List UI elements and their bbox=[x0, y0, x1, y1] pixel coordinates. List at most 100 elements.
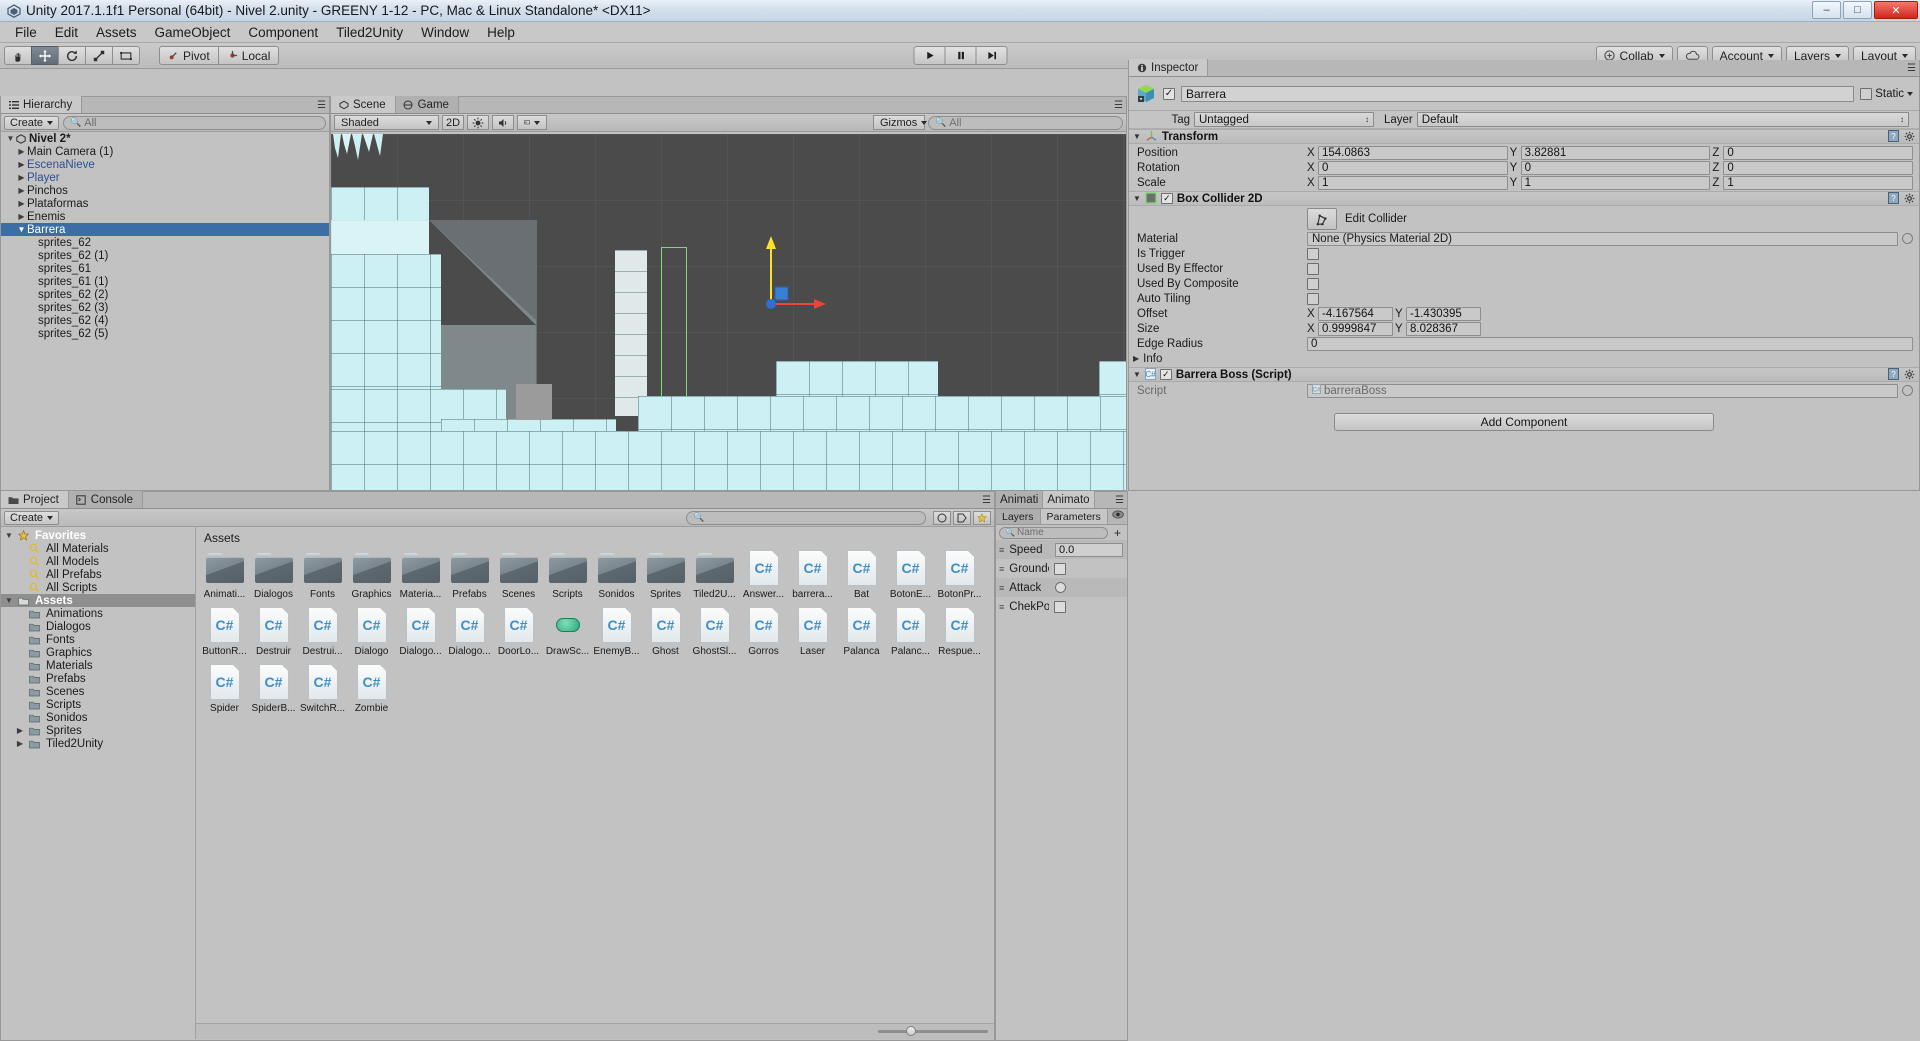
asset-item[interactable]: C# Respue... bbox=[935, 606, 984, 657]
size-y-input[interactable]: 8.028367 bbox=[1406, 321, 1481, 336]
project-tree-item-sonidos[interactable]: Sonidos bbox=[1, 711, 195, 724]
asset-item[interactable]: C# ButtonR... bbox=[200, 606, 249, 657]
transform-scale-z-input[interactable]: 1 bbox=[1723, 175, 1914, 190]
animator-parameter-attack[interactable]: ≡ Attack bbox=[996, 578, 1127, 597]
tab-inspector[interactable]: Inspector bbox=[1129, 59, 1209, 76]
transform-scale-y-input[interactable]: 1 bbox=[1520, 175, 1711, 190]
scene-lighting-icon[interactable] bbox=[467, 115, 489, 130]
static-checkbox[interactable] bbox=[1860, 87, 1873, 100]
hierarchy-item-enemis[interactable]: ▶ Enemis bbox=[1, 210, 329, 223]
parameter-trigger-radio[interactable] bbox=[1055, 582, 1066, 593]
asset-item[interactable]: C# BotonE... bbox=[886, 549, 935, 600]
asset-item[interactable]: C# Bat bbox=[837, 549, 886, 600]
expand-arrow-right-icon[interactable]: ▶ bbox=[16, 199, 27, 208]
transform-scale-x-input[interactable]: 1 bbox=[1318, 175, 1508, 190]
edit-collider-button[interactable] bbox=[1307, 208, 1337, 230]
icon-size-slider-knob[interactable] bbox=[906, 1026, 916, 1036]
gizmos-dropdown[interactable]: Gizmos bbox=[873, 115, 928, 130]
scene-canvas[interactable] bbox=[331, 134, 1126, 490]
expand-arrow-down-icon[interactable]: ▼ bbox=[5, 134, 16, 143]
animator-parameter-speed[interactable]: ≡ Speed 0.0 bbox=[996, 540, 1127, 559]
script-picker-icon[interactable] bbox=[1902, 385, 1913, 396]
asset-item[interactable]: C# Dialogo... bbox=[445, 606, 494, 657]
hierarchy-item-main-camera-1[interactable]: ▶ Main Camera (1) bbox=[1, 145, 329, 158]
auto-tiling-checkbox[interactable] bbox=[1307, 292, 1319, 305]
asset-item[interactable]: C# GhostSl... bbox=[690, 606, 739, 657]
expand-arrow-right-icon[interactable]: ▶ bbox=[15, 726, 25, 735]
tab-hierarchy[interactable]: Hierarchy bbox=[1, 96, 83, 113]
tag-dropdown[interactable]: Untagged ↕ bbox=[1194, 112, 1374, 127]
project-tree-item-scenes[interactable]: Scenes bbox=[1, 685, 195, 698]
material-object-field[interactable]: None (Physics Material 2D) bbox=[1307, 231, 1898, 246]
script-foldout-icon[interactable]: ▼ bbox=[1133, 370, 1141, 379]
project-tree-item-prefabs[interactable]: Prefabs bbox=[1, 672, 195, 685]
expand-arrow-down-icon[interactable]: ▼ bbox=[16, 225, 27, 234]
scale-tool-icon[interactable] bbox=[85, 46, 113, 65]
box-collider-enabled-checkbox[interactable]: ✓ bbox=[1160, 193, 1173, 204]
asset-item[interactable]: C# Laser bbox=[788, 606, 837, 657]
asset-item[interactable]: Prefabs bbox=[445, 549, 494, 600]
info-foldout-icon[interactable]: ▶ bbox=[1133, 354, 1139, 363]
rect-tool-icon[interactable] bbox=[112, 46, 140, 65]
rotate-tool-icon[interactable] bbox=[58, 46, 86, 65]
step-button[interactable] bbox=[975, 46, 1008, 65]
layer-dropdown[interactable]: Default ↕ bbox=[1416, 112, 1909, 127]
asset-item[interactable]: C# Dialogo... bbox=[396, 606, 445, 657]
hand-tool-icon[interactable] bbox=[4, 46, 32, 65]
expand-arrow-right-icon[interactable]: ▶ bbox=[16, 186, 27, 195]
gameobject-name-input[interactable]: Barrera bbox=[1181, 85, 1855, 102]
asset-item[interactable]: Tiled2U... bbox=[690, 549, 739, 600]
asset-item[interactable]: C# barrera... bbox=[788, 549, 837, 600]
script-enabled-checkbox[interactable]: ✓ bbox=[1159, 369, 1172, 380]
add-component-button[interactable]: Add Component bbox=[1334, 413, 1714, 431]
edge-radius-input[interactable]: 0 bbox=[1307, 336, 1913, 351]
filter-by-label-icon[interactable] bbox=[953, 510, 971, 525]
asset-item[interactable]: DrawSc... bbox=[543, 606, 592, 657]
hierarchy-search-input[interactable]: 🔍 All bbox=[63, 115, 326, 130]
move-tool-icon[interactable] bbox=[31, 46, 59, 65]
expand-arrow-right-icon[interactable]: ▶ bbox=[16, 160, 27, 169]
asset-item[interactable]: C# SpiderB... bbox=[249, 663, 298, 714]
animator-eye-icon[interactable] bbox=[1112, 506, 1124, 522]
tab-animation[interactable]: Animati bbox=[996, 491, 1044, 508]
project-tree-item-graphics[interactable]: Graphics bbox=[1, 646, 195, 659]
asset-item[interactable]: C# Spider bbox=[200, 663, 249, 714]
hierarchy-item-sprites-61-1[interactable]: sprites_61 (1) bbox=[1, 275, 329, 288]
asset-item[interactable]: Sonidos bbox=[592, 549, 641, 600]
offset-y-input[interactable]: -1.430395 bbox=[1406, 306, 1481, 321]
shading-mode-dropdown[interactable]: Shaded bbox=[334, 115, 439, 130]
inspector-tab-menu-icon[interactable]: ☰ bbox=[1907, 63, 1916, 74]
info-foldout-row[interactable]: ▶ Info bbox=[1129, 351, 1919, 366]
hierarchy-item-barrera[interactable]: ▼ Barrera bbox=[1, 223, 329, 236]
asset-item[interactable]: C# Ghost bbox=[641, 606, 690, 657]
hierarchy-item-pinchos[interactable]: ▶ Pinchos bbox=[1, 184, 329, 197]
favorite-star-icon[interactable] bbox=[973, 510, 991, 525]
script-component-header[interactable]: ▼ C# ✓ Barrera Boss (Script) ? bbox=[1129, 367, 1919, 382]
offset-x-input[interactable]: -4.167564 bbox=[1318, 306, 1393, 321]
menu-item-component[interactable]: Component bbox=[239, 23, 327, 42]
asset-item[interactable]: Scripts bbox=[543, 549, 592, 600]
expand-arrow-right-icon[interactable]: ▶ bbox=[16, 212, 27, 221]
tab-game[interactable]: Game bbox=[395, 96, 459, 113]
expand-arrow-right-icon[interactable]: ▶ bbox=[15, 739, 25, 748]
hierarchy-item-sprites-62-1[interactable]: sprites_62 (1) bbox=[1, 249, 329, 262]
project-tree-item-all-models[interactable]: All Models bbox=[1, 555, 195, 568]
menu-item-file[interactable]: File bbox=[6, 23, 46, 42]
project-tree-item-all-prefabs[interactable]: All Prefabs bbox=[1, 568, 195, 581]
local-toggle[interactable]: Local bbox=[217, 46, 280, 65]
transform-foldout-icon[interactable]: ▼ bbox=[1133, 132, 1141, 141]
asset-item[interactable]: C# Answer... bbox=[739, 549, 788, 600]
parameter-bool-checkbox[interactable] bbox=[1054, 600, 1066, 613]
transform-position-x-input[interactable]: 154.0863 bbox=[1318, 145, 1508, 160]
gear-icon[interactable] bbox=[1904, 367, 1915, 383]
project-search-input[interactable]: 🔍 bbox=[686, 510, 926, 525]
tab-project[interactable]: Project bbox=[1, 491, 69, 508]
project-tree-item-fonts[interactable]: Fonts bbox=[1, 633, 195, 646]
asset-item[interactable]: C# Palanc... bbox=[886, 606, 935, 657]
box-collider-foldout-icon[interactable]: ▼ bbox=[1133, 194, 1141, 203]
play-button[interactable] bbox=[913, 46, 946, 65]
project-tab-menu-icon[interactable]: ☰ bbox=[982, 495, 991, 506]
hierarchy-item-sprites-62-2[interactable]: sprites_62 (2) bbox=[1, 288, 329, 301]
scene-audio-icon[interactable] bbox=[492, 115, 514, 130]
asset-item[interactable]: C# SwitchR... bbox=[298, 663, 347, 714]
